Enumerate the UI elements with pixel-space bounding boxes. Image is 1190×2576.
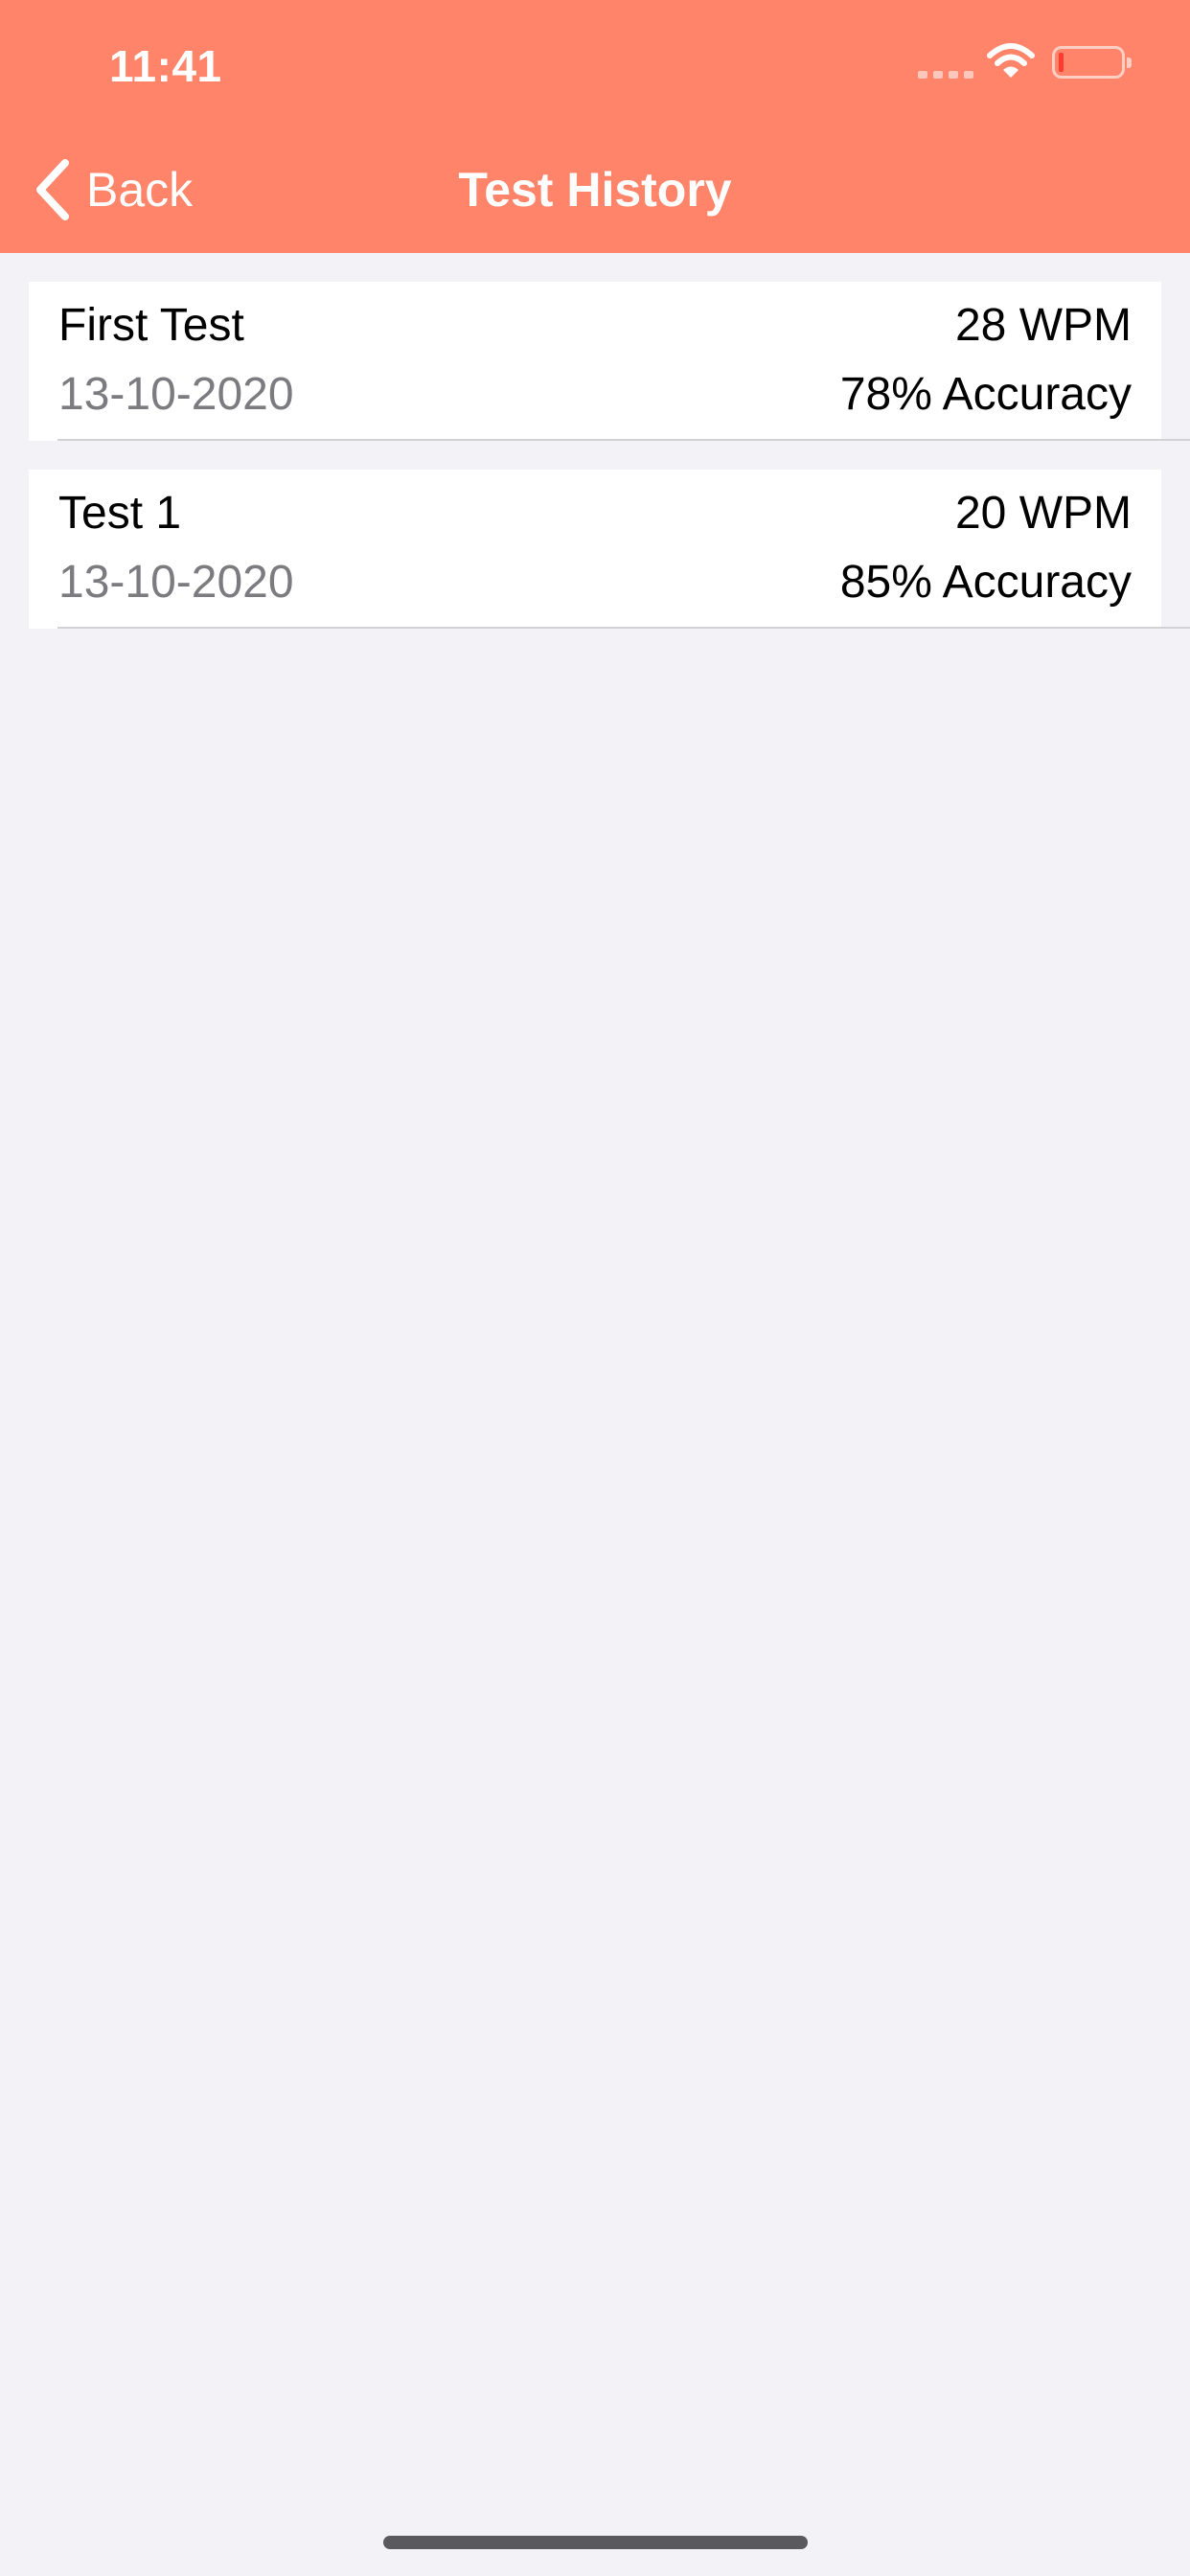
test-accuracy: 85% Accuracy (839, 557, 1132, 608)
test-date: 13-10-2020 (58, 369, 294, 420)
test-wpm: 28 WPM (954, 300, 1132, 351)
wifi-icon (987, 43, 1035, 78)
battery-icon (1052, 46, 1132, 79)
test-accuracy: 78% Accuracy (839, 369, 1132, 420)
test-title: Test 1 (58, 488, 182, 539)
status-time: 11:41 (109, 41, 222, 91)
test-title: First Test (58, 300, 244, 351)
home-indicator[interactable] (383, 2536, 808, 2549)
back-button[interactable]: Back (34, 159, 193, 220)
back-label: Back (86, 163, 194, 217)
test-wpm: 20 WPM (954, 488, 1132, 539)
chevron-left-icon (36, 159, 69, 220)
navigation-header: 11:41 Back Test History (0, 0, 1190, 253)
list-item[interactable]: Test 1 13-10-2020 20 WPM 85% Accuracy (29, 470, 1190, 629)
battery-level (1059, 53, 1064, 72)
signal-icon (918, 71, 973, 79)
test-date: 13-10-2020 (58, 557, 294, 608)
list-item[interactable]: First Test 13-10-2020 28 WPM 78% Accurac… (29, 282, 1190, 441)
test-history-list: First Test 13-10-2020 28 WPM 78% Accurac… (29, 282, 1190, 657)
